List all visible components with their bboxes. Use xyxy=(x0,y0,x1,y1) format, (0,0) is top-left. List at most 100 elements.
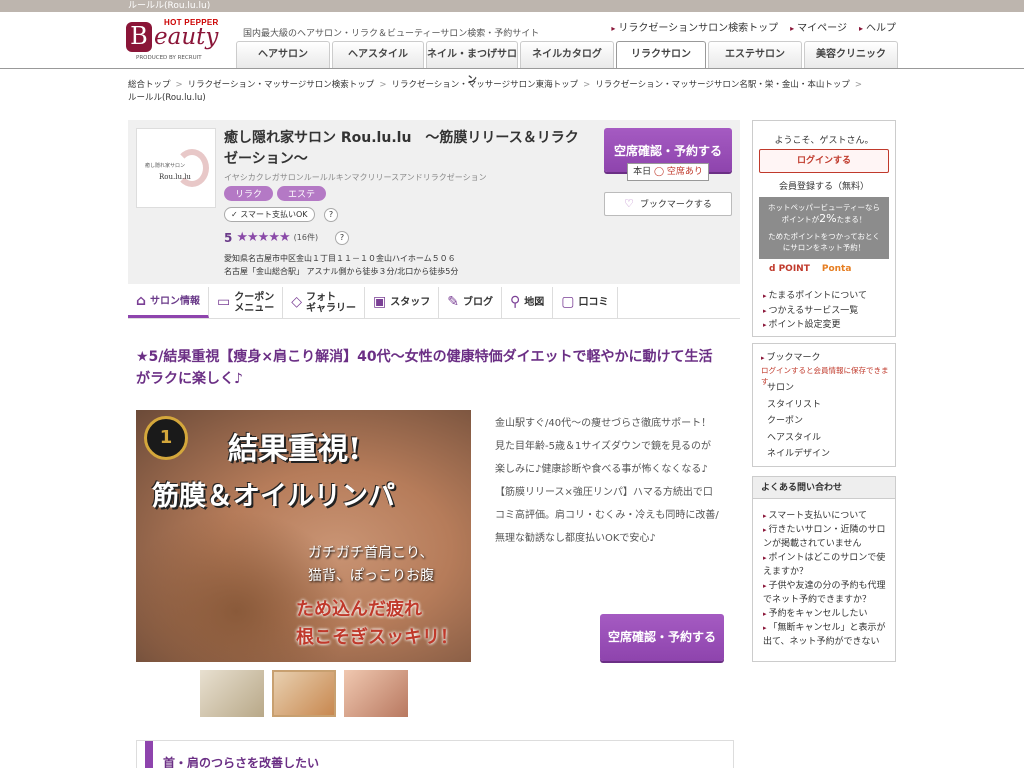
faq-list: スマート支払いについて 行きたいサロン・近隣のサロンが掲載されていません ポイン… xyxy=(763,509,893,649)
tab-blog[interactable]: ✎ ブログ xyxy=(439,287,503,318)
rating-value: 5 xyxy=(224,230,233,245)
bookmark-hairstyle[interactable]: ヘアスタイル xyxy=(767,430,830,447)
point-logos: d POINT Ponta xyxy=(769,264,851,274)
hero-text-line4a: ため込んだ疲れ xyxy=(296,599,422,620)
faq-item[interactable]: ポイントはどこのサロンで使えますか？ xyxy=(763,551,893,579)
tab-label: フォト ギャラリー xyxy=(306,291,357,314)
nav-relax-salon[interactable]: リラクサロン xyxy=(616,41,706,69)
hero-text-line4b: 根こそぎスッキリ！ xyxy=(296,627,458,648)
logo-eauty-text: eauty xyxy=(154,24,219,50)
tab-map[interactable]: ⚲ 地図 xyxy=(502,287,554,318)
hero-text-line2: 筋膜＆オイルリンパ xyxy=(152,481,395,512)
tab-photo-gallery[interactable]: ◇ フォト ギャラリー xyxy=(283,287,366,318)
global-nav: ヘアサロン ヘアスタイル ネイル・まつげサロン ネイルカタログ リラクサロン エ… xyxy=(236,41,898,86)
breadcrumb-item[interactable]: リラクゼーション・マッサージサロン検索トップ xyxy=(188,80,375,90)
link-mypage[interactable]: マイページ xyxy=(790,19,847,34)
salon-logo-text-line1: 癒し隠れ家サロン xyxy=(145,163,186,169)
bookmark-button[interactable]: ♡ ブックマークする xyxy=(604,192,732,216)
link-point-settings[interactable]: ポイント設定変更 xyxy=(763,318,867,333)
review-count[interactable]: (16件) xyxy=(294,232,318,243)
smart-pay-help-icon[interactable]: ? xyxy=(324,208,338,222)
rating-stars-icon: ★★★★★ xyxy=(236,230,290,245)
faq-item[interactable]: 行きたいサロン・近隣のサロンが掲載されていません xyxy=(763,523,893,551)
breadcrumb-item[interactable]: 総合トップ xyxy=(128,80,171,90)
bookmark-stylist[interactable]: スタイリスト xyxy=(767,397,830,414)
book-icon: ▭ xyxy=(217,294,231,310)
bookmark-nail-design[interactable]: ネイルデザイン xyxy=(767,446,830,463)
thumbnail-image[interactable] xyxy=(344,670,408,717)
thumbnail-image[interactable] xyxy=(200,670,264,717)
hero-text-line3a: ガチガチ首肩こり、 xyxy=(308,545,434,561)
rank-medal-icon: 1 xyxy=(144,416,188,460)
point-links: たまるポイントについて つかえるサービス一覧 ポイント設定変更 xyxy=(763,289,867,333)
window-title-bar: ルールル(Rou.lu.lu) xyxy=(0,0,1024,12)
link-relax-search-top[interactable]: リラクゼーションサロン検索トップ xyxy=(611,19,778,34)
faq-item[interactable]: 「無断キャンセル」と表示が出て、ネット予約ができない xyxy=(763,621,893,649)
point-banner-line2: ポイントが2%たまる！ xyxy=(781,212,867,225)
logo-produced-by: PRODUCED BY RECRUIT xyxy=(136,55,202,61)
tab-salon-info[interactable]: ⌂ サロン情報 xyxy=(128,287,210,318)
nav-beauty-clinic[interactable]: 美容クリニック xyxy=(804,41,898,68)
salon-access: 名古屋「金山総合駅」 アスナル側から徒歩３分/北口から徒歩5分 xyxy=(224,267,459,276)
ponta-logo: Ponta xyxy=(821,264,852,274)
bookmark-list: サロン スタイリスト クーポン ヘアスタイル ネイルデザイン xyxy=(767,380,830,463)
tab-staff[interactable]: ▣ スタッフ xyxy=(365,287,440,318)
nav-esthe-salon[interactable]: エステサロン xyxy=(708,41,802,68)
tab-label: 地図 xyxy=(524,297,545,308)
tag-relax: リラク xyxy=(224,186,274,201)
bookmark-coupon[interactable]: クーポン xyxy=(767,413,830,430)
nav-nail-eyelash[interactable]: ネイル・まつげサロン xyxy=(426,41,518,86)
tab-coupon-menu[interactable]: ▭ クーポン メニュー xyxy=(209,287,284,318)
faq-item[interactable]: スマート支払いについて xyxy=(763,509,893,523)
link-point-about[interactable]: たまるポイントについて xyxy=(763,289,867,304)
nav-hair-salon[interactable]: ヘアサロン xyxy=(236,41,330,68)
sidebar-bookmarks: ブックマーク ログインすると会員情報に保存できます サロン スタイリスト クーポ… xyxy=(752,343,896,467)
tag-esthe: エステ xyxy=(277,186,327,201)
salon-name: 癒し隠れ家サロン Rou.lu.lu ～筋膜リリース＆リラクゼーション～ xyxy=(224,130,579,167)
link-point-services[interactable]: つかえるサービス一覧 xyxy=(763,304,867,319)
hero-image[interactable]: 1 結果重視! 筋膜＆オイルリンパ ガチガチ首肩こり、 猫背、ぽっこりお腹 ため… xyxy=(136,410,471,662)
link-help[interactable]: ヘルプ xyxy=(859,19,896,34)
welcome-text: ようこそ、ゲストさん。 xyxy=(774,136,874,146)
pencil-icon: ✎ xyxy=(447,294,460,310)
tab-label: 口コミ xyxy=(578,297,609,308)
point-banner-line4: にサロンをネット予約！ xyxy=(782,243,866,252)
faq-item[interactable]: 予約をキャンセルしたい xyxy=(763,607,893,621)
salon-address: 愛知県名古屋市中区金山１丁目１１－１０金山ハイホーム５０６ xyxy=(224,254,456,263)
sidebar-welcome: ようこそ、ゲストさん。 ログインする 会員登録する（無料） ホットペッパービュー… xyxy=(752,120,896,337)
catch-copy: ★5/結果重視【痩身×肩こり解消】40代～女性の健康特価ダイエットで軽やかに動け… xyxy=(136,349,713,387)
dpoint-logo: d POINT xyxy=(769,264,810,274)
photo-icon: ◇ xyxy=(291,294,303,310)
bookmark-heading: ブックマーク xyxy=(761,350,821,363)
map-pin-icon: ⚲ xyxy=(510,294,521,310)
reserve-button-secondary[interactable]: 空席確認・予約する xyxy=(600,614,724,661)
login-button[interactable]: ログインする xyxy=(759,149,889,173)
home-icon: ⌂ xyxy=(136,292,147,309)
point-banner[interactable]: ホットペッパービューティーなら ポイントが2%たまる！ ためたポイントをつかって… xyxy=(759,197,889,259)
breadcrumb-item[interactable]: リラクゼーション・マッサージサロン東海トップ xyxy=(391,80,578,90)
faq-heading: よくある問い合わせ xyxy=(753,477,895,499)
tab-label: スタッフ xyxy=(390,297,431,308)
speech-bubble-icon: ▢ xyxy=(561,294,575,310)
tab-label: サロン情報 xyxy=(150,295,201,307)
bookmark-salon[interactable]: サロン xyxy=(767,380,830,397)
rating-help-icon[interactable]: ? xyxy=(335,231,349,245)
logo-b-mark: B xyxy=(126,22,152,52)
salon-description: 金山駅すぐ/40代～の痩せづらさ徹底サポート！見た目年齢-5歳＆1サイズダウンで… xyxy=(495,418,719,544)
staff-icon: ▣ xyxy=(373,294,387,310)
salon-kana: イヤシカクレガサロンルールルキンマクリリースアンドリラクゼーション xyxy=(224,173,487,182)
sidebar-faq: よくある問い合わせ スマート支払いについて 行きたいサロン・近隣のサロンが掲載さ… xyxy=(752,476,896,662)
tab-label: ブログ xyxy=(463,297,494,308)
hotpepper-beauty-logo[interactable]: HOT PEPPER B eauty PRODUCED BY RECRUIT xyxy=(126,18,222,64)
salon-logo-text-line2: Rou.lu.lu xyxy=(159,173,191,181)
nav-nail-catalog[interactable]: ネイルカタログ xyxy=(520,41,614,68)
register-link[interactable]: 会員登録する（無料） xyxy=(753,179,895,192)
faq-item[interactable]: 子供や友達の分の予約も代理でネット予約できますか？ xyxy=(763,579,893,607)
tab-reviews[interactable]: ▢ 口コミ xyxy=(553,287,618,318)
nav-hair-style[interactable]: ヘアスタイル xyxy=(332,41,424,68)
breadcrumb-item[interactable]: リラクゼーション・マッサージサロン名駅・栄・金山・本山トップ xyxy=(595,80,850,90)
rating-row: 5 ★★★★★ (16件) xyxy=(224,230,318,245)
smart-pay-badge: ✓ スマート支払いOK xyxy=(224,207,315,222)
availability-today: 本日 xyxy=(633,167,652,177)
thumbnail-image[interactable] xyxy=(272,670,336,717)
